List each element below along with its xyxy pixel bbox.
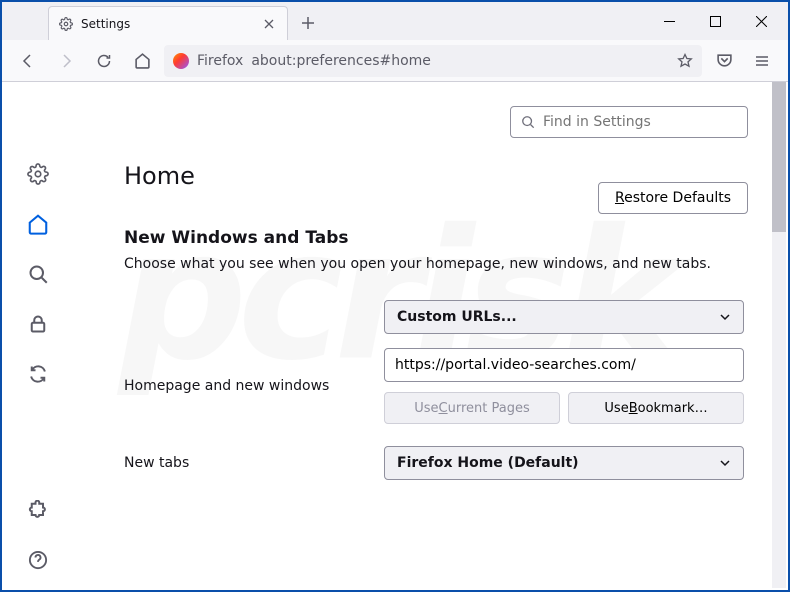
home-button[interactable] (126, 45, 158, 77)
reload-button[interactable] (88, 45, 120, 77)
forward-button[interactable] (50, 45, 82, 77)
close-window-button[interactable] (738, 2, 784, 40)
newtabs-select[interactable]: Firefox Home (Default) (384, 446, 744, 480)
pocket-button[interactable] (708, 45, 740, 77)
chevron-down-icon (719, 457, 731, 469)
main-content: Home Restore Defaults New Windows and Ta… (74, 82, 788, 590)
sidebar-help-icon[interactable] (26, 548, 50, 572)
tab-settings[interactable]: Settings (48, 6, 288, 40)
firefox-icon (173, 53, 189, 69)
tab-title: Settings (81, 17, 130, 31)
sidebar (2, 82, 74, 590)
toolbar: Firefox about:preferences#home (2, 40, 788, 82)
window-controls (646, 2, 784, 40)
search-icon (521, 115, 535, 129)
homepage-select[interactable]: Custom URLs... (384, 300, 744, 334)
urlbar-address: about:preferences#home (251, 53, 669, 69)
tab-strip: Settings (2, 2, 788, 40)
homepage-row-label: Homepage and new windows (124, 378, 364, 394)
sidebar-search-icon[interactable] (26, 262, 50, 286)
restore-defaults-button[interactable]: Restore Defaults (598, 182, 748, 214)
tab-close-button[interactable] (261, 16, 277, 32)
chevron-down-icon (719, 311, 731, 323)
sidebar-extensions-icon[interactable] (26, 498, 50, 522)
settings-search-input[interactable] (543, 114, 737, 130)
settings-search[interactable] (510, 106, 748, 138)
use-current-pages-button[interactable]: Use Current Pages (384, 392, 560, 424)
sidebar-home-icon[interactable] (26, 212, 50, 236)
url-bar[interactable]: Firefox about:preferences#home (164, 45, 702, 77)
menu-button[interactable] (746, 45, 778, 77)
section-description: Choose what you see when you open your h… (124, 256, 760, 272)
section-heading: New Windows and Tabs (124, 228, 760, 248)
homepage-url-input[interactable] (384, 348, 744, 382)
back-button[interactable] (12, 45, 44, 77)
gear-icon (59, 17, 73, 31)
new-tab-button[interactable] (294, 9, 322, 37)
sidebar-general-icon[interactable] (26, 162, 50, 186)
sidebar-privacy-icon[interactable] (26, 312, 50, 336)
maximize-button[interactable] (692, 2, 738, 40)
newtabs-label: New tabs (124, 455, 364, 471)
minimize-button[interactable] (646, 2, 692, 40)
bookmark-star-icon[interactable] (677, 53, 693, 69)
sidebar-sync-icon[interactable] (26, 362, 50, 386)
use-bookmark-button[interactable]: Use Bookmark… (568, 392, 744, 424)
urlbar-label: Firefox (197, 53, 243, 69)
